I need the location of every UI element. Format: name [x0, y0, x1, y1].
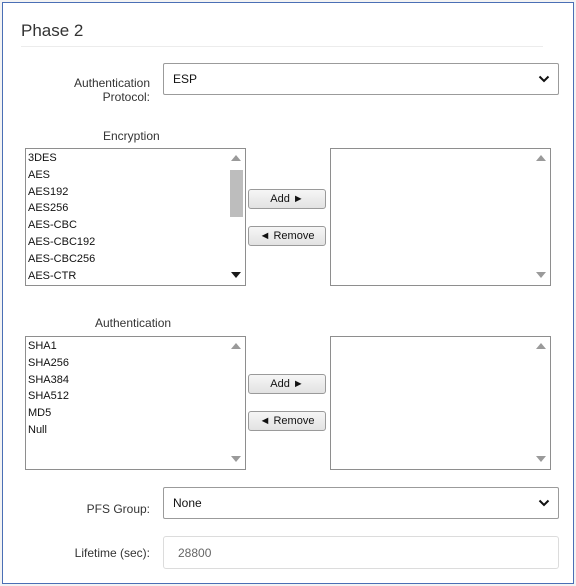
phase2-panel: Phase 2 Authentication Protocol: ESP Enc…	[2, 2, 574, 584]
authentication-add-button[interactable]: Add ►	[248, 374, 326, 394]
authentication-selected-list[interactable]	[330, 336, 551, 470]
encryption-available-items: 3DES AES AES192 AES256 AES-CBC AES-CBC19…	[28, 150, 227, 284]
scroll-down-arrow-icon[interactable]	[536, 272, 546, 278]
scroll-down-arrow-icon[interactable]	[231, 272, 241, 278]
authentication-available-list[interactable]: SHA1 SHA256 SHA384 SHA512 MD5 Null	[25, 336, 246, 470]
encryption-selected-list[interactable]	[330, 148, 551, 286]
scroll-up-arrow-icon[interactable]	[231, 155, 241, 161]
list-item[interactable]: AES192	[28, 184, 227, 201]
authentication-remove-button[interactable]: ◄ Remove	[248, 411, 326, 431]
list-item[interactable]: AES256	[28, 200, 227, 217]
list-item[interactable]: SHA1	[28, 338, 227, 355]
authentication-available-items: SHA1 SHA256 SHA384 SHA512 MD5 Null	[28, 338, 227, 439]
authentication-label: Authentication	[95, 316, 172, 330]
lifetime-label: Lifetime (sec):	[74, 546, 150, 560]
scrollbar-thumb[interactable]	[230, 170, 243, 217]
section-title: Phase 2	[21, 21, 84, 40]
list-item[interactable]: AES-CBC	[28, 217, 227, 234]
list-item[interactable]: AES-CBC256	[28, 251, 227, 268]
list-item[interactable]: SHA512	[28, 388, 227, 405]
chevron-down-icon	[538, 75, 550, 83]
encryption-available-scrollbar[interactable]	[228, 149, 245, 285]
pfs-group-label: PFS Group:	[86, 502, 150, 516]
encryption-selected-scrollbar[interactable]	[533, 149, 550, 285]
list-item[interactable]: MD5	[28, 405, 227, 422]
lifetime-value: 28800	[178, 545, 212, 560]
auth-protocol-label: Authentication Protocol:	[73, 76, 150, 104]
chevron-down-icon	[538, 499, 550, 507]
lifetime-input[interactable]: 28800	[163, 536, 559, 569]
list-item[interactable]: SHA256	[28, 355, 227, 372]
title-divider	[21, 46, 543, 47]
auth-protocol-value: ESP	[173, 72, 198, 86]
auth-protocol-select[interactable]: ESP	[163, 63, 559, 95]
list-item[interactable]: Null	[28, 422, 227, 439]
encryption-available-list[interactable]: 3DES AES AES192 AES256 AES-CBC AES-CBC19…	[25, 148, 246, 286]
encryption-add-button[interactable]: Add ►	[248, 189, 326, 209]
list-item[interactable]: SHA384	[28, 372, 227, 389]
authentication-selected-scrollbar[interactable]	[533, 337, 550, 469]
pfs-group-value: None	[173, 496, 202, 510]
scroll-down-arrow-icon[interactable]	[536, 456, 546, 462]
scroll-up-arrow-icon[interactable]	[536, 155, 546, 161]
list-item[interactable]: AES	[28, 167, 227, 184]
scroll-down-arrow-icon[interactable]	[231, 456, 241, 462]
encryption-label: Encryption	[103, 129, 160, 143]
authentication-available-scrollbar[interactable]	[228, 337, 245, 469]
list-item[interactable]: AES-CTR	[28, 268, 227, 285]
encryption-remove-button[interactable]: ◄ Remove	[248, 226, 326, 246]
list-item[interactable]: AES-CBC192	[28, 234, 227, 251]
scroll-up-arrow-icon[interactable]	[231, 343, 241, 349]
pfs-group-select[interactable]: None	[163, 487, 559, 519]
list-item[interactable]: 3DES	[28, 150, 227, 167]
scroll-up-arrow-icon[interactable]	[536, 343, 546, 349]
